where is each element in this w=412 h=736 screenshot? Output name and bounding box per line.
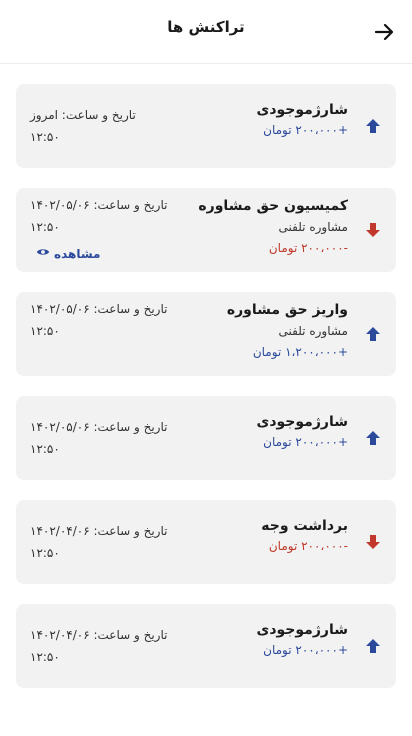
transaction-meta: تاریخ و ساعت: ۱۴۰۲/۰۵/۰۶ ۱۲:۵۰ [30,298,167,342]
arrow-up-icon [364,604,382,688]
transaction-amount: +۲۰۰،۰۰۰ تومان [263,643,348,657]
arrow-right-icon[interactable] [372,20,396,44]
transaction-meta: تاریخ و ساعت: ۱۴۰۲/۰۵/۰۶ ۱۲:۵۰ [30,416,167,460]
transaction-amount: +۲۰۰،۰۰۰ تومان [263,123,348,137]
transaction-date: تاریخ و ساعت: ۱۴۰۲/۰۴/۰۶ [30,628,168,642]
transaction-meta: تاریخ و ساعت: ۱۴۰۲/۰۴/۰۶ ۱۲:۵۰ [30,520,167,564]
view-details-button[interactable]: مشاهده [36,245,100,262]
transaction-title: کمیسیون حق مشاوره [198,198,348,214]
view-label: مشاهده [54,246,101,261]
transaction-meta: تاریخ و ساعت: ۱۴۰۲/۰۴/۰۶ ۱۲:۵۰ [30,624,167,668]
transaction-title: واریز حق مشاوره [226,302,348,318]
transaction-info: شارژموجودی +۲۰۰،۰۰۰ تومان [257,620,348,660]
arrow-up-icon [364,396,382,480]
arrow-up-icon [364,292,382,376]
transaction-date: تاریخ و ساعت: ۱۴۰۲/۰۵/۰۶ [30,420,168,434]
transaction-time: ۱۲:۵۰ [30,324,60,338]
transaction-list: شارژموجودی +۲۰۰،۰۰۰ تومان تاریخ و ساعت: … [0,64,412,688]
transaction-card[interactable]: کمیسیون حق مشاوره مشاوره تلفنی -۲۰۰،۰۰۰ … [16,188,396,272]
arrow-down-icon [364,188,382,272]
transaction-info: برداشت وجه -۲۰۰،۰۰۰ تومان [261,516,348,556]
transaction-info: کمیسیون حق مشاوره مشاوره تلفنی -۲۰۰،۰۰۰ … [198,196,348,258]
transaction-meta: تاریخ و ساعت: امروز ۱۲:۵۰ [30,104,136,148]
transaction-date: تاریخ و ساعت: امروز [30,108,136,122]
transaction-info: واریز حق مشاوره مشاوره تلفنی +۱،۲۰۰،۰۰۰ … [227,300,348,362]
arrow-up-icon [364,84,382,168]
app-header: تراکنش ها [0,0,412,64]
transaction-time: ۱۲:۵۰ [30,442,60,456]
transaction-time: ۱۲:۵۰ [30,546,60,560]
arrow-down-icon [364,500,382,584]
transaction-date: تاریخ و ساعت: ۱۴۰۲/۰۵/۰۶ [30,302,168,316]
transaction-title: شارژموجودی [256,414,348,430]
transaction-time: ۱۲:۵۰ [30,650,60,664]
transaction-card[interactable]: واریز حق مشاوره مشاوره تلفنی +۱،۲۰۰،۰۰۰ … [16,292,396,376]
transaction-card[interactable]: شارژموجودی +۲۰۰،۰۰۰ تومان تاریخ و ساعت: … [16,84,396,168]
transaction-title: برداشت وجه [261,518,348,534]
transaction-date: تاریخ و ساعت: ۱۴۰۲/۰۵/۰۶ [30,198,168,212]
transaction-info: شارژموجودی +۲۰۰،۰۰۰ تومان [257,100,348,140]
transaction-subtitle: مشاوره تلفنی [278,324,349,338]
transaction-card[interactable]: برداشت وجه -۲۰۰،۰۰۰ تومان تاریخ و ساعت: … [16,500,396,584]
transaction-amount: +۱،۲۰۰،۰۰۰ تومان [252,345,348,359]
page-title: تراکنش ها [167,18,245,36]
transaction-amount: -۲۰۰،۰۰۰ تومان [268,241,348,255]
transaction-title: شارژموجودی [256,102,348,118]
transaction-time: ۱۲:۵۰ [30,130,60,144]
transaction-amount: +۲۰۰،۰۰۰ تومان [263,435,348,449]
transaction-meta: تاریخ و ساعت: ۱۴۰۲/۰۵/۰۶ ۱۲:۵۰ [30,194,167,238]
transaction-info: شارژموجودی +۲۰۰،۰۰۰ تومان [257,412,348,452]
transaction-subtitle: مشاوره تلفنی [278,220,349,234]
transaction-time: ۱۲:۵۰ [30,220,60,234]
eye-icon [36,245,50,262]
transaction-card[interactable]: شارژموجودی +۲۰۰،۰۰۰ تومان تاریخ و ساعت: … [16,396,396,480]
transaction-title: شارژموجودی [256,622,348,638]
transaction-card[interactable]: شارژموجودی +۲۰۰،۰۰۰ تومان تاریخ و ساعت: … [16,604,396,688]
transaction-date: تاریخ و ساعت: ۱۴۰۲/۰۴/۰۶ [30,524,168,538]
transaction-amount: -۲۰۰،۰۰۰ تومان [268,539,348,553]
